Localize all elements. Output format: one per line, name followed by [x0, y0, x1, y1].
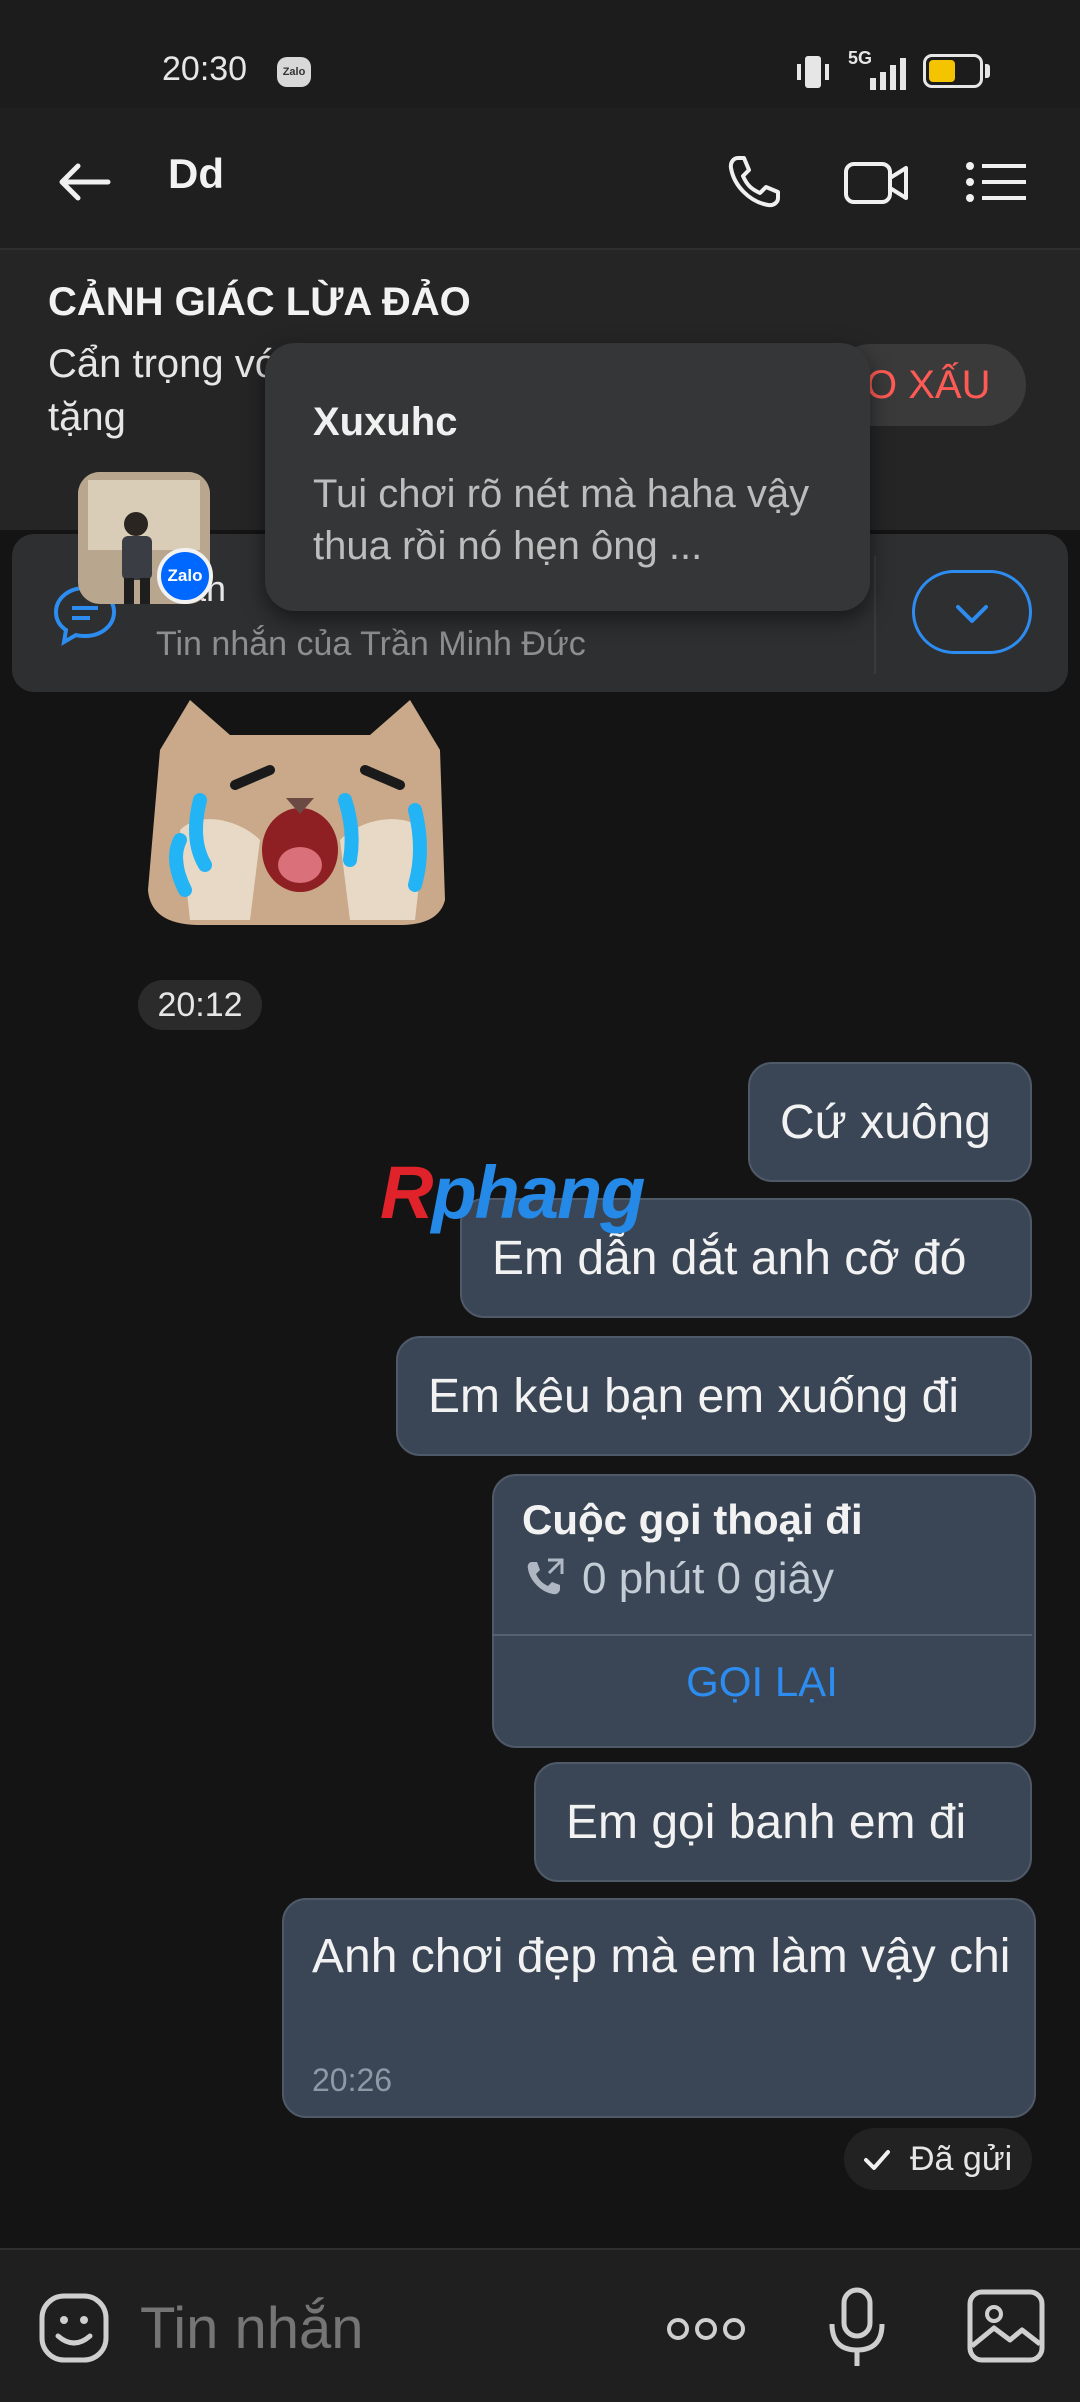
- zalo-notification-icon: Zalo: [277, 57, 311, 87]
- message-bubble[interactable]: Em gọi banh em đi: [534, 1762, 1032, 1882]
- phone-call-icon[interactable]: [722, 150, 786, 214]
- vibrate-icon: [797, 56, 829, 88]
- call-title: Cuộc gọi thoại đi: [522, 1496, 863, 1543]
- crying-cat-sticker[interactable]: [140, 690, 460, 930]
- message-input[interactable]: [138, 2294, 642, 2363]
- warning-title: CẢNH GIÁC LỪA ĐẢO: [48, 280, 471, 324]
- message-bubble[interactable]: Em kêu bạn em xuống đi: [396, 1336, 1032, 1456]
- message-text: Anh chơi đẹp mà em làm vậy chi: [312, 1930, 1011, 1983]
- signal-icon: [870, 58, 906, 90]
- contact-name[interactable]: Dd: [168, 150, 224, 198]
- chat-header: [0, 108, 1080, 250]
- image-gallery-icon[interactable]: [964, 2286, 1048, 2366]
- emoji-sticker-icon[interactable]: [36, 2290, 112, 2366]
- more-options-icon[interactable]: [664, 2304, 748, 2354]
- call-back-button[interactable]: GỌI LẠI: [492, 1658, 1032, 1706]
- battery-level: [929, 60, 955, 82]
- call-duration: 0 phút 0 giây: [582, 1554, 834, 1603]
- microphone-icon[interactable]: [822, 2284, 892, 2370]
- battery-tip: [985, 64, 990, 78]
- zalo-logo-badge: Zalo: [157, 548, 213, 604]
- call-divider: [492, 1634, 1032, 1636]
- chevron-down-icon: [956, 605, 988, 623]
- watermark-logo: Rphang: [380, 1150, 645, 1235]
- check-icon: [864, 2150, 890, 2170]
- menu-list-icon[interactable]: [962, 150, 1030, 214]
- watermark-r: R: [380, 1151, 433, 1234]
- message-bubble[interactable]: Cứ xuông: [748, 1062, 1032, 1182]
- outgoing-call-icon: [527, 1558, 564, 1595]
- message-time: 20:26: [312, 2062, 393, 2098]
- sent-status-label: Đã gửi: [910, 2140, 1013, 2178]
- message-timestamp: 20:12: [138, 980, 262, 1030]
- back-arrow-icon[interactable]: [52, 150, 116, 214]
- preview-message: Tui chơi rõ nét mà haha vậy thua rồi nó …: [313, 472, 810, 568]
- expand-button[interactable]: [912, 570, 1032, 654]
- notification-divider: [874, 556, 876, 674]
- watermark-phang: phang: [431, 1151, 645, 1234]
- notification-subtitle: Tin nhắn của Trần Minh Đức: [156, 625, 586, 663]
- preview-sender: Xuxuhc: [313, 400, 458, 444]
- video-call-icon[interactable]: [842, 150, 910, 214]
- status-time: 20:30: [162, 50, 248, 88]
